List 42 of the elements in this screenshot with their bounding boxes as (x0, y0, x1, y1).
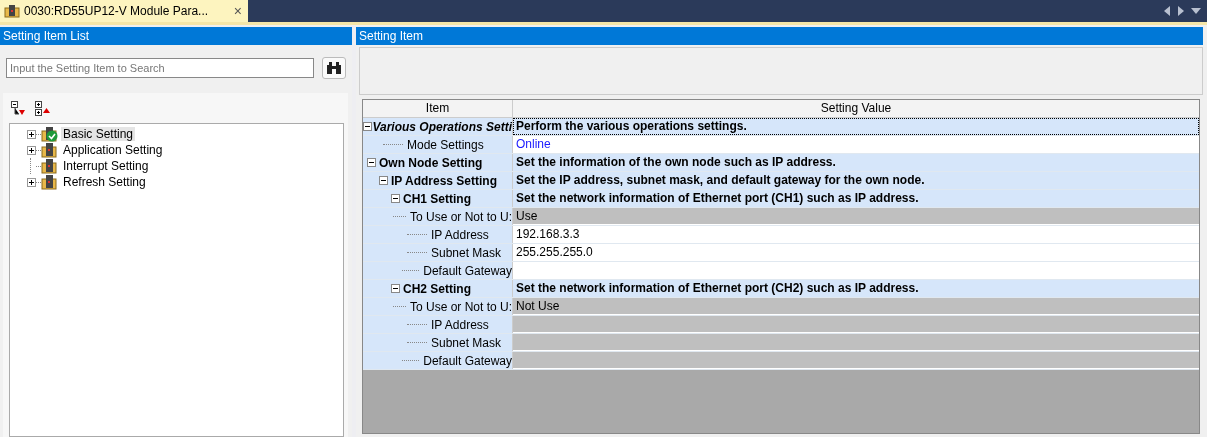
scroll-left-icon[interactable] (1163, 6, 1171, 16)
collapse-all-icon[interactable] (11, 101, 27, 117)
binoculars-icon (326, 61, 343, 75)
item-cell[interactable]: IP Address (363, 226, 513, 243)
collapse-icon[interactable] (391, 194, 403, 203)
item-cell[interactable]: CH2 Setting (363, 280, 513, 297)
item-cell[interactable]: Various Operations Setti (363, 118, 513, 135)
expand-all-icon[interactable] (35, 101, 51, 117)
item-cell[interactable]: Default Gateway (363, 262, 513, 279)
dropdown-icon[interactable] (1191, 8, 1201, 14)
module-icon (4, 4, 20, 18)
item-cell[interactable]: IP Address Setting (363, 172, 513, 189)
expand-icon[interactable] (26, 145, 36, 155)
document-tab[interactable]: 0030:RD55UP12-V Module Para... × (0, 0, 248, 22)
tree-item[interactable]: Refresh Setting (61, 175, 148, 189)
collapse-icon[interactable] (367, 158, 379, 167)
collapse-icon[interactable] (363, 122, 373, 131)
panel-title: Setting Item List (0, 27, 352, 45)
item-cell[interactable]: Subnet Mask (363, 244, 513, 261)
value-cell[interactable]: Set the network information of Ethernet port (CH2) such as IP address. (513, 280, 1199, 297)
panel-title: Setting Item (356, 27, 1203, 45)
tree-item[interactable]: Basic Setting (61, 127, 136, 141)
scroll-right-icon[interactable] (1177, 6, 1185, 16)
value-cell[interactable]: Set the information of the own node such as IP address. (513, 154, 1199, 171)
collapse-icon[interactable] (391, 284, 403, 293)
column-header: Setting Value (819, 100, 893, 117)
expand-icon[interactable] (26, 177, 36, 187)
item-cell[interactable]: Mode Settings (363, 136, 513, 153)
tree-item[interactable]: Interrupt Setting (61, 159, 151, 173)
search-field[interactable]: Input the Setting Item to Search (6, 58, 315, 78)
tab-title: 0030:RD55UP12-V Module Para... (24, 4, 209, 18)
search-button[interactable] (322, 57, 346, 79)
collapse-icon[interactable] (379, 176, 391, 185)
column-header: Item (363, 100, 513, 117)
close-icon[interactable]: × (233, 3, 242, 19)
value-cell[interactable]: Perform the various operations settings. (513, 118, 1199, 135)
item-cell[interactable]: CH1 Setting (363, 190, 513, 207)
value-cell[interactable]: Set the network information of Ethernet port (CH1) such as IP address. (513, 190, 1199, 207)
value-cell[interactable]: Set the IP address, subnet mask, and default gateway for the own node. (513, 172, 1199, 189)
item-cell[interactable]: Own Node Setting (363, 154, 513, 171)
expand-icon[interactable] (26, 129, 36, 139)
tree-item[interactable]: Application Setting (61, 143, 165, 157)
